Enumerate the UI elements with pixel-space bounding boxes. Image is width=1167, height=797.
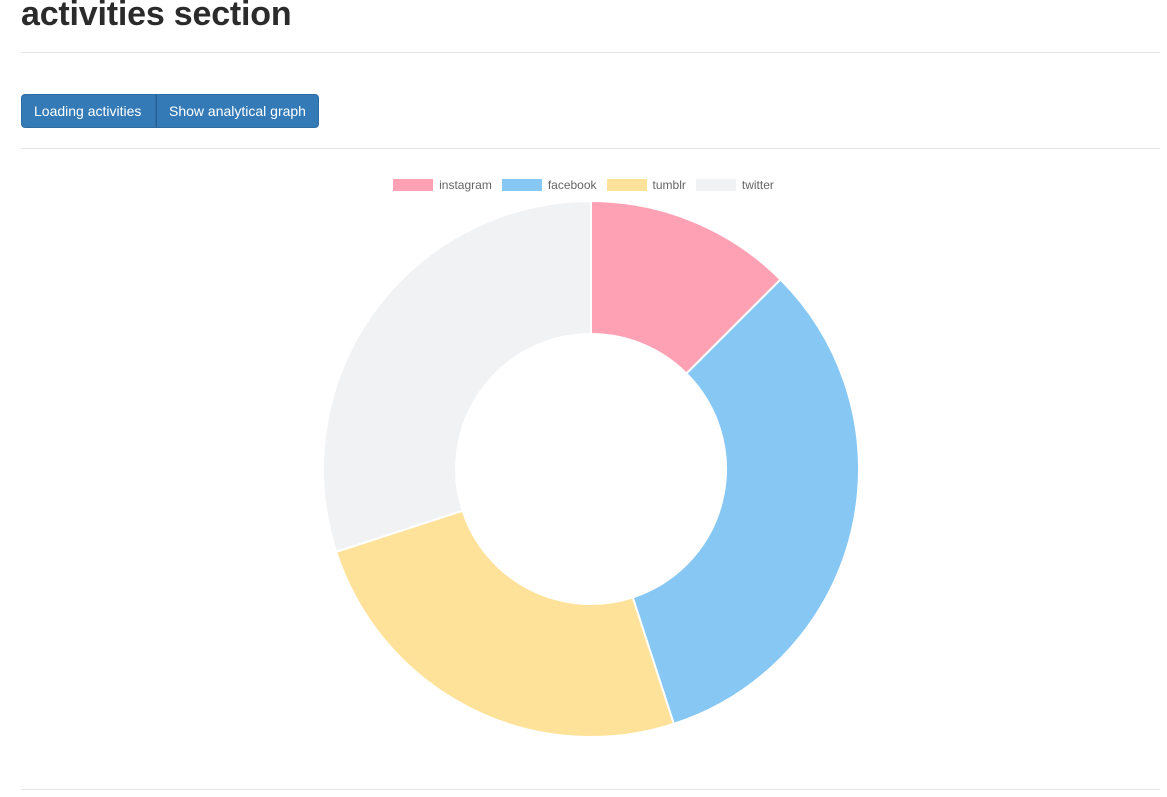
action-button-group: Loading activities Show analytical graph: [21, 94, 319, 128]
show-analytical-graph-button[interactable]: Show analytical graph: [156, 94, 319, 128]
page-title: activities section: [21, 0, 292, 33]
loading-activities-button[interactable]: Loading activities: [21, 94, 156, 128]
page: activities section Loading activities Sh…: [0, 0, 1167, 797]
toolbar-divider: [21, 148, 1160, 149]
activities-chart: instagram facebook tumblr twitter: [0, 160, 1167, 760]
footer-divider: [21, 789, 1160, 790]
slice-tumblr[interactable]: [334, 509, 676, 738]
doughnut-chart: [322, 199, 860, 738]
slice-twitter[interactable]: [322, 199, 592, 554]
header-divider: [21, 52, 1160, 53]
